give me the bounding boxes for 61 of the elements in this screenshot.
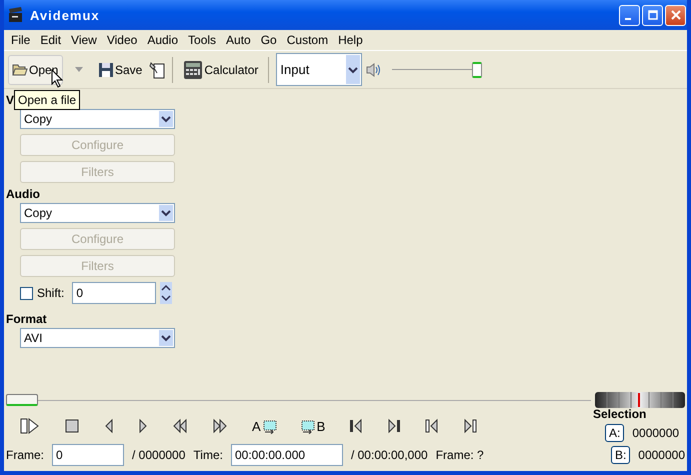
shift-field[interactable]: 0 <box>72 282 156 304</box>
marker-b-value: 0000000 <box>638 448 685 462</box>
video-codec-dropdown[interactable]: Copy <box>20 109 175 129</box>
shift-label: Shift: <box>37 286 64 300</box>
stop-icon[interactable] <box>64 418 80 434</box>
format-dropdown[interactable]: AVI <box>20 328 175 348</box>
previous-keyframe-icon[interactable] <box>425 418 440 434</box>
next-frame-icon[interactable] <box>138 418 148 434</box>
fast-forward-icon[interactable] <box>212 418 228 434</box>
speaker-icon <box>366 62 382 76</box>
menu-item[interactable]: File <box>6 33 36 47</box>
rewind-icon[interactable] <box>172 418 188 434</box>
calculator-button[interactable]: Calculator <box>180 54 262 84</box>
menu-item[interactable]: Audio <box>142 33 184 47</box>
maximize-button[interactable] <box>642 4 663 26</box>
frame-type: Frame: ? <box>436 448 484 462</box>
close-icon <box>670 10 680 20</box>
close-button[interactable] <box>665 4 686 26</box>
jog-wheel[interactable] <box>595 392 685 408</box>
go-to-start-icon[interactable] <box>349 418 364 434</box>
minimize-icon <box>625 18 631 20</box>
tooltip: Open a file <box>14 90 80 110</box>
play-icon[interactable] <box>20 418 40 434</box>
mark-b-button[interactable]: B <box>300 418 326 434</box>
checkbox[interactable] <box>20 286 33 300</box>
selection-label: Selection <box>593 407 646 421</box>
marker-b-button[interactable]: B: <box>610 446 630 464</box>
mark-a-button[interactable]: A <box>252 418 277 434</box>
folder-icon <box>12 62 28 76</box>
maximize-icon <box>648 10 658 20</box>
next-keyframe-icon[interactable] <box>463 418 478 434</box>
marker-a-button[interactable]: A: <box>605 424 624 442</box>
spin-buttons-icon[interactable] <box>160 282 172 304</box>
time-label: Time: <box>193 448 223 462</box>
menu-item[interactable]: Edit <box>35 33 66 47</box>
menu-item[interactable]: Video <box>102 33 142 47</box>
frame-total: / 0000000 <box>132 448 186 462</box>
menu-item[interactable]: Go <box>256 33 282 47</box>
window-title: Avidemux <box>30 8 100 22</box>
menu-item[interactable]: View <box>66 33 102 47</box>
audio-codec-dropdown[interactable]: Copy <box>20 203 175 223</box>
wrench-page-icon[interactable] <box>149 60 166 78</box>
marker-a-value: 0000000 <box>632 426 680 440</box>
save-button[interactable]: Save <box>95 54 146 84</box>
menu-item[interactable]: Help <box>333 33 368 47</box>
menu-item[interactable]: Custom <box>282 33 334 47</box>
section-label: Format <box>6 312 47 328</box>
section-label: V <box>6 93 14 109</box>
time-total: / 00:00:00,000 <box>350 448 428 462</box>
menu-item[interactable]: Auto <box>221 33 256 47</box>
calculator-icon <box>183 60 204 80</box>
input-dropdown[interactable]: Input <box>276 53 362 86</box>
frame-label: Frame: <box>6 448 44 462</box>
frame-field[interactable]: 0 <box>52 444 124 466</box>
menu-item[interactable]: Tools <box>183 33 222 47</box>
time-field[interactable]: 00:00:00.000 <box>230 444 343 466</box>
go-to-end-icon[interactable] <box>387 418 402 434</box>
minimize-button[interactable] <box>619 4 640 26</box>
previous-frame-icon[interactable] <box>104 418 114 434</box>
clapperboard-icon <box>8 7 24 23</box>
section-label: Audio <box>6 187 40 203</box>
